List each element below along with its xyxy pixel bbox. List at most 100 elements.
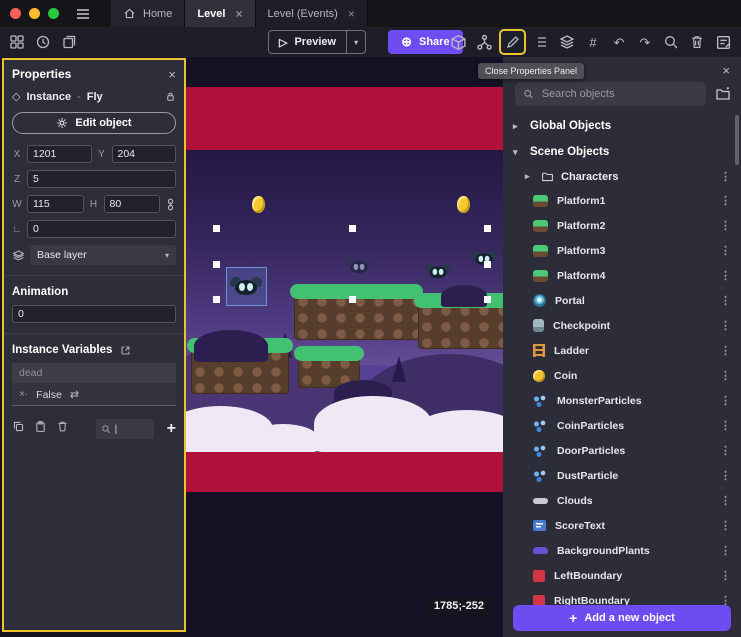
delete-variable-button[interactable] bbox=[56, 420, 69, 438]
resize-handle[interactable] bbox=[484, 225, 491, 232]
coin-instance[interactable] bbox=[252, 196, 265, 213]
coin-instance[interactable] bbox=[457, 196, 470, 213]
object-menu-button[interactable]: ⋮ bbox=[720, 194, 731, 207]
object-menu-button[interactable]: ⋮ bbox=[720, 219, 731, 232]
undo-button[interactable]: ↶ bbox=[608, 31, 630, 53]
history-button[interactable] bbox=[32, 31, 54, 53]
fullscreen-window-button[interactable] bbox=[48, 8, 59, 19]
group-scene-objects[interactable]: ▾ Scene Objects bbox=[503, 139, 741, 165]
object-menu-button[interactable]: ⋮ bbox=[720, 419, 731, 432]
tab-level[interactable]: Level × bbox=[185, 0, 255, 27]
object-list-item[interactable]: Platform1 ⋮ bbox=[503, 188, 741, 213]
panel-scrollbar[interactable] bbox=[735, 115, 739, 165]
variable-value[interactable]: False bbox=[36, 389, 62, 401]
edit-events-button[interactable] bbox=[712, 31, 734, 53]
object-menu-button[interactable]: ⋮ bbox=[720, 244, 731, 257]
lock-aspect-ratio-button[interactable] bbox=[165, 198, 176, 211]
selected-fly-instance[interactable] bbox=[230, 277, 262, 296]
object-list-item[interactable]: Ladder ⋮ bbox=[503, 338, 741, 363]
object-menu-button[interactable]: ⋮ bbox=[720, 344, 731, 357]
resize-handle[interactable] bbox=[484, 261, 491, 268]
y-input[interactable] bbox=[112, 145, 177, 163]
delete-button[interactable] bbox=[686, 31, 708, 53]
layer-select[interactable]: Base layer ▾ bbox=[30, 245, 176, 265]
object-list-item[interactable]: Platform4 ⋮ bbox=[503, 263, 741, 288]
object-list-item[interactable]: MonsterParticles ⋮ bbox=[503, 388, 741, 413]
object-list-item[interactable]: Coin ⋮ bbox=[503, 363, 741, 388]
objects-list-button[interactable] bbox=[530, 31, 552, 53]
manual-button[interactable] bbox=[58, 31, 80, 53]
object-search-box[interactable] bbox=[515, 82, 706, 106]
tab-close-icon[interactable]: × bbox=[235, 7, 242, 21]
object-list-item[interactable]: CoinParticles ⋮ bbox=[503, 413, 741, 438]
angle-input[interactable] bbox=[27, 220, 176, 238]
z-input[interactable] bbox=[27, 170, 176, 188]
x-input[interactable] bbox=[27, 145, 92, 163]
height-input[interactable] bbox=[104, 195, 161, 213]
variables-search-input[interactable]: | bbox=[96, 419, 154, 439]
object-list-item[interactable]: BackgroundPlants ⋮ bbox=[503, 538, 741, 563]
object-list-item[interactable]: Checkpoint ⋮ bbox=[503, 313, 741, 338]
close-properties-panel-button[interactable] bbox=[502, 31, 524, 53]
toggle-panels-button[interactable] bbox=[6, 31, 28, 53]
object-menu-button[interactable]: ⋮ bbox=[720, 294, 731, 307]
tab-home[interactable]: Home bbox=[111, 0, 185, 27]
close-window-button[interactable] bbox=[10, 8, 21, 19]
preview-button[interactable]: ▷ Preview ▾ bbox=[268, 30, 366, 54]
layers-panel-button[interactable] bbox=[556, 31, 578, 53]
width-input[interactable] bbox=[27, 195, 84, 213]
toggle-grid-button[interactable]: # bbox=[582, 31, 604, 53]
minimize-window-button[interactable] bbox=[29, 8, 40, 19]
lock-instance-button[interactable] bbox=[165, 91, 176, 102]
object-list-item[interactable]: DoorParticles ⋮ bbox=[503, 438, 741, 463]
close-objects-panel-icon[interactable]: × bbox=[722, 64, 730, 77]
object-menu-button[interactable]: ⋮ bbox=[720, 494, 731, 507]
tab-close-icon[interactable]: × bbox=[348, 7, 355, 21]
object-menu-button[interactable]: ⋮ bbox=[720, 269, 731, 282]
object-list-item[interactable]: ScoreText ⋮ bbox=[503, 513, 741, 538]
scene-canvas[interactable]: 1785;-252 bbox=[186, 57, 503, 637]
object-menu-button[interactable]: ⋮ bbox=[720, 170, 731, 183]
open-variables-editor-button[interactable] bbox=[120, 345, 131, 356]
add-new-object-button[interactable]: + Add a new object bbox=[513, 605, 731, 631]
resize-handle[interactable] bbox=[349, 225, 356, 232]
close-panel-icon[interactable]: × bbox=[168, 68, 176, 81]
main-menu-button[interactable] bbox=[75, 0, 91, 27]
resize-handle[interactable] bbox=[213, 296, 220, 303]
object-menu-button[interactable]: ⋮ bbox=[720, 394, 731, 407]
object-list-item[interactable]: Platform2 ⋮ bbox=[503, 213, 741, 238]
resize-handle[interactable] bbox=[349, 296, 356, 303]
object-menu-button[interactable]: ⋮ bbox=[720, 569, 731, 582]
folder-characters[interactable]: ▸ Characters ⋮ bbox=[503, 165, 741, 188]
preview-dropdown-button[interactable]: ▾ bbox=[346, 31, 365, 53]
object-menu-button[interactable]: ⋮ bbox=[720, 319, 731, 332]
zoom-button[interactable] bbox=[660, 31, 682, 53]
group-global-objects[interactable]: ▸ Global Objects bbox=[503, 113, 741, 139]
add-variable-button[interactable]: + bbox=[167, 421, 176, 437]
object-list-item[interactable]: Clouds ⋮ bbox=[503, 488, 741, 513]
toggle-boolean-icon[interactable]: ⇄ bbox=[70, 388, 79, 401]
platform-instance[interactable] bbox=[418, 301, 503, 349]
resize-handle[interactable] bbox=[484, 296, 491, 303]
object-search-input[interactable] bbox=[542, 88, 698, 100]
add-folder-button[interactable] bbox=[715, 86, 731, 102]
object-menu-button[interactable]: ⋮ bbox=[720, 369, 731, 382]
redo-button[interactable]: ↷ bbox=[634, 31, 656, 53]
object-menu-button[interactable]: ⋮ bbox=[720, 519, 731, 532]
animation-input[interactable] bbox=[12, 305, 176, 323]
object-menu-button[interactable]: ⋮ bbox=[720, 544, 731, 557]
resize-handle[interactable] bbox=[213, 225, 220, 232]
paste-variable-button[interactable] bbox=[34, 420, 47, 438]
edit-object-button[interactable]: Edit object bbox=[12, 112, 176, 134]
object-list-item[interactable]: Portal ⋮ bbox=[503, 288, 741, 313]
object-list-item[interactable]: LeftBoundary ⋮ bbox=[503, 563, 741, 588]
instances-list-button[interactable] bbox=[473, 31, 495, 53]
toggle-3d-view-button[interactable] bbox=[447, 31, 469, 53]
object-menu-button[interactable]: ⋮ bbox=[720, 444, 731, 457]
variable-row[interactable]: dead ×· False ⇄ bbox=[12, 363, 176, 406]
object-list-item[interactable]: DustParticle ⋮ bbox=[503, 463, 741, 488]
object-menu-button[interactable]: ⋮ bbox=[720, 469, 731, 482]
variable-name[interactable]: dead bbox=[12, 363, 176, 383]
tab-level-events[interactable]: Level (Events) × bbox=[256, 0, 368, 27]
object-list-item[interactable]: Platform3 ⋮ bbox=[503, 238, 741, 263]
